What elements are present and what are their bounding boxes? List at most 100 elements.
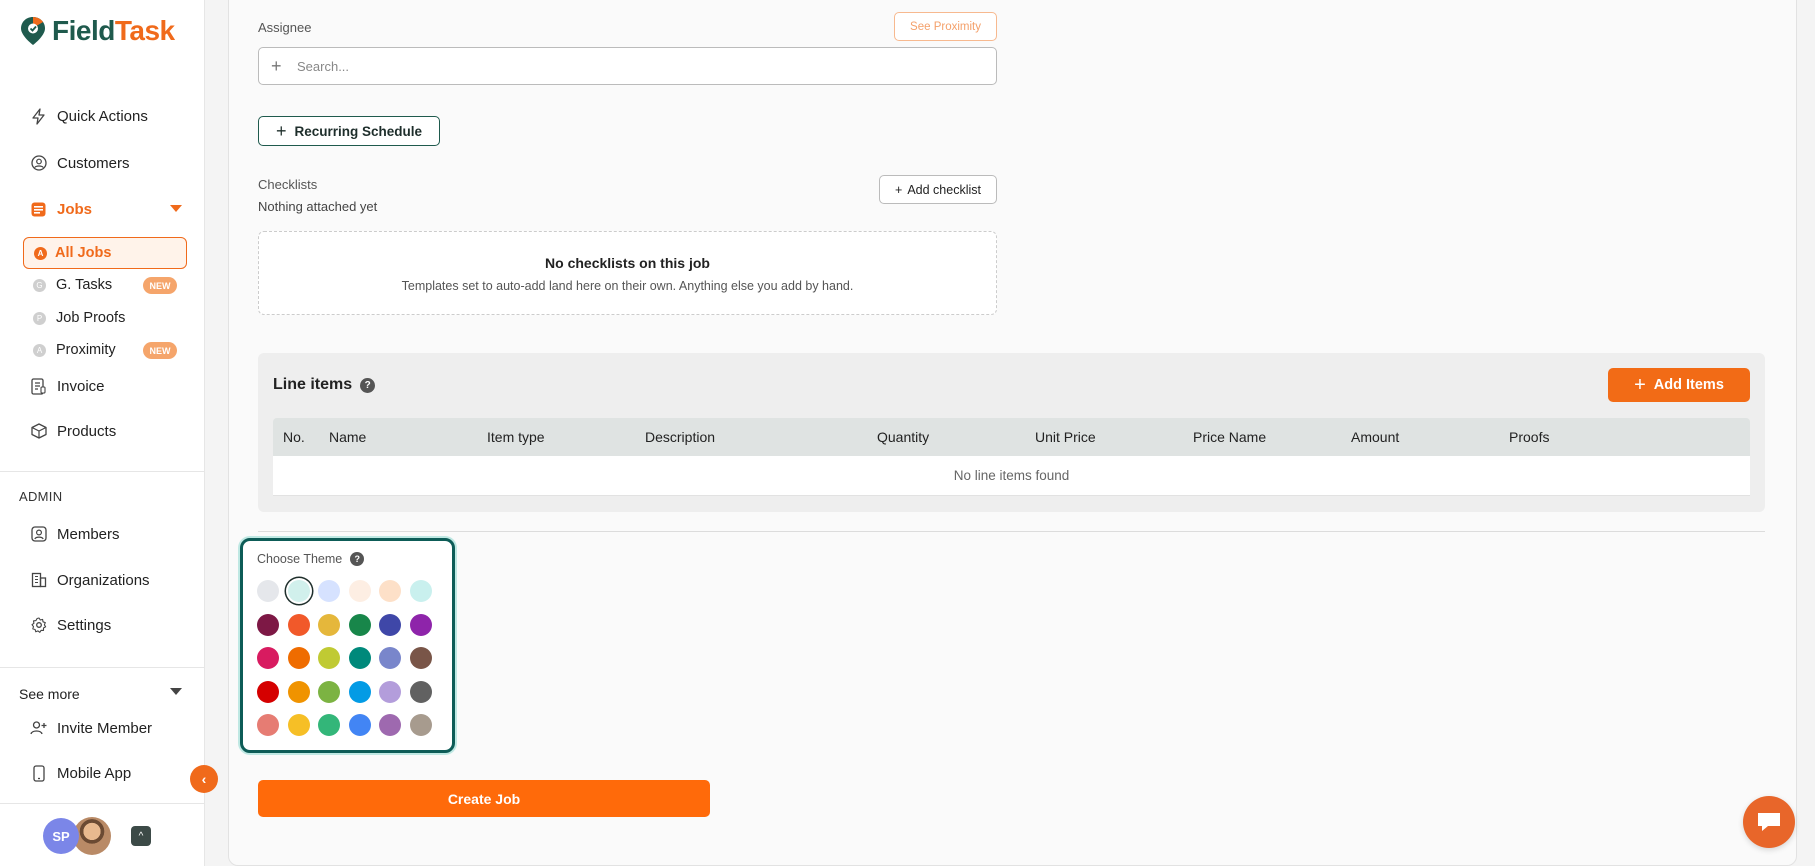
column-header[interactable]: Price Name [1193, 429, 1266, 445]
theme-color-swatch[interactable] [318, 714, 340, 736]
plus-icon: + [895, 182, 903, 197]
theme-picker-heading: Choose Theme ? [257, 552, 365, 566]
nav-label: Quick Actions [57, 107, 148, 125]
nav-settings[interactable]: Settings [30, 614, 111, 636]
nav-invite-member[interactable]: Invite Member [30, 717, 152, 739]
column-header[interactable]: Proofs [1509, 429, 1549, 445]
theme-color-swatch[interactable] [379, 580, 401, 602]
user-plus-icon [30, 720, 47, 737]
nav-jobs[interactable]: Jobs [30, 198, 92, 220]
theme-color-swatch[interactable] [318, 613, 340, 636]
theme-color-swatch[interactable] [318, 580, 340, 602]
column-header[interactable]: Unit Price [1035, 429, 1096, 445]
sub-nav-all-jobs[interactable]: A All Jobs [23, 237, 187, 269]
nav-label: Settings [57, 616, 112, 634]
column-header[interactable]: Amount [1351, 429, 1399, 445]
see-proximity-button[interactable]: See Proximity [894, 12, 997, 41]
theme-color-swatch[interactable] [257, 580, 279, 602]
sub-nav-g-tasks[interactable]: G G. Tasks [33, 277, 112, 293]
theme-color-swatch[interactable] [257, 680, 279, 703]
collapse-sidebar-button[interactable]: ‹ [190, 765, 218, 793]
admin-section-label: ADMIN [19, 489, 63, 504]
nav-organizations[interactable]: Organizations [30, 569, 150, 591]
jobs-caret-icon[interactable] [170, 205, 182, 212]
theme-color-swatch[interactable] [257, 714, 279, 736]
help-icon[interactable]: ? [360, 377, 376, 393]
sidebar-divider [0, 667, 205, 668]
theme-color-swatch[interactable] [348, 613, 371, 636]
line-items-table-header: No. Name Item type Description Quantity … [273, 418, 1750, 456]
theme-color-swatch[interactable] [409, 613, 432, 636]
column-header[interactable]: Description [645, 429, 715, 445]
add-checklist-button[interactable]: + Add checklist [879, 175, 997, 204]
nav-label: Organizations [57, 571, 150, 589]
theme-color-swatch[interactable] [257, 647, 279, 669]
nav-products[interactable]: Products [30, 420, 116, 442]
nav-label: Invoice [57, 377, 105, 395]
sub-nav-job-proofs[interactable]: P Job Proofs [33, 310, 125, 326]
gear-icon [30, 617, 47, 634]
nav-quick-actions[interactable]: Quick Actions [30, 105, 148, 127]
theme-color-swatch[interactable] [318, 647, 340, 669]
theme-color-swatch[interactable] [348, 714, 371, 736]
nav-mobile-app[interactable]: Mobile App [30, 762, 131, 784]
column-header[interactable]: Quantity [877, 429, 929, 445]
nav-invoice[interactable]: Invoice [30, 375, 105, 397]
column-header[interactable]: Name [329, 429, 366, 445]
user-menu-chevron-icon[interactable]: ^ [131, 826, 151, 846]
create-job-button[interactable]: Create Job [258, 780, 710, 817]
nav-customers[interactable]: Customers [30, 152, 130, 174]
theme-color-swatch[interactable] [379, 680, 401, 703]
theme-color-swatch[interactable] [287, 714, 310, 736]
theme-color-swatch[interactable] [348, 580, 371, 602]
theme-color-swatch[interactable] [409, 647, 432, 669]
empty-description: Templates set to auto-add land here on t… [401, 279, 854, 293]
theme-color-swatch[interactable] [409, 714, 432, 736]
theme-color-swatch[interactable] [348, 647, 371, 669]
theme-color-swatch[interactable] [287, 647, 310, 669]
theme-color-swatch[interactable] [409, 580, 432, 602]
sidebar-divider [0, 471, 205, 472]
sub-nav-label: G. Tasks [56, 277, 113, 293]
theme-color-swatch[interactable] [379, 613, 401, 636]
new-badge: NEW [143, 277, 177, 294]
assignee-search[interactable]: + [258, 47, 997, 85]
sidebar-divider [0, 803, 205, 804]
nav-label: Customers [57, 154, 130, 172]
column-header[interactable]: Item type [487, 429, 545, 445]
help-icon[interactable]: ? [350, 552, 365, 566]
see-more-caret-icon[interactable] [170, 688, 182, 695]
checklist-empty-state: No checklists on this job Templates set … [258, 231, 997, 315]
theme-color-swatch[interactable] [287, 613, 310, 636]
recurring-schedule-button[interactable]: + Recurring Schedule [258, 116, 440, 146]
theme-color-swatch[interactable] [379, 714, 401, 736]
theme-color-swatch[interactable] [348, 680, 371, 703]
chat-support-button[interactable] [1743, 796, 1795, 848]
theme-color-swatch[interactable] [257, 613, 279, 636]
plus-icon: + [1634, 373, 1646, 396]
theme-color-swatch[interactable] [318, 680, 340, 703]
theme-color-swatch[interactable] [379, 647, 401, 669]
line-items-title: Line items [273, 376, 353, 393]
theme-color-swatch[interactable] [287, 580, 310, 602]
add-checklist-label: Add checklist [907, 182, 981, 197]
checklists-label: Checklists [258, 177, 318, 192]
nav-label: Members [57, 525, 120, 543]
line-items-table-body: No line items found [273, 456, 1750, 496]
see-more-toggle[interactable]: See more [19, 686, 80, 702]
column-header[interactable]: No. [283, 429, 305, 445]
g-tasks-icon: G [33, 278, 46, 292]
sub-nav-proximity[interactable]: A Proximity [33, 342, 116, 358]
brand-logo[interactable]: FieldTask [20, 15, 175, 47]
jobs-icon [30, 201, 47, 218]
user-avatar-initials[interactable]: SP [43, 818, 79, 854]
plus-icon: + [275, 120, 287, 141]
theme-color-swatch[interactable] [287, 680, 310, 703]
assignee-search-input[interactable] [297, 58, 947, 74]
nav-label: Jobs [57, 200, 93, 218]
nav-members[interactable]: Members [30, 523, 120, 545]
theme-color-swatch[interactable] [409, 680, 432, 703]
empty-title: No checklists on this job [545, 255, 710, 271]
line-items-heading: Line items ? [273, 376, 376, 394]
add-items-button[interactable]: + Add Items [1608, 368, 1750, 402]
